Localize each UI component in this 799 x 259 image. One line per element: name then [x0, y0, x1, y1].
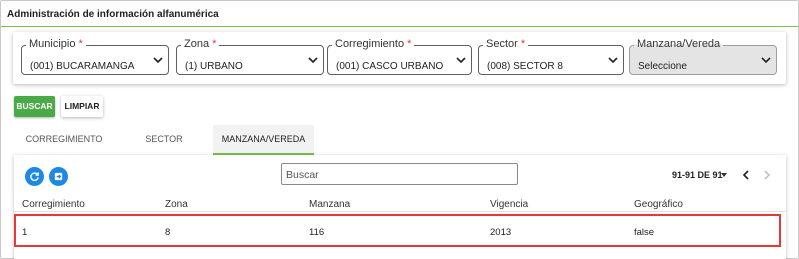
corregimiento-select[interactable]: Corregimiento * (001) CASCO URBANO	[327, 38, 472, 75]
tab-sector[interactable]: SECTOR	[114, 125, 214, 155]
refresh-icon	[30, 172, 39, 182]
cell-manzana: 116	[309, 227, 325, 238]
manzana-vereda-select[interactable]: Manzana/Vereda Seleccione	[629, 38, 777, 75]
table-row[interactable]	[14, 214, 781, 247]
column-header-vigencia[interactable]: Vigencia	[490, 199, 528, 210]
tab-corregimiento[interactable]: CORREGIMIENTO	[14, 125, 114, 155]
clear-button[interactable]: LIMPIAR	[61, 96, 103, 117]
chevron-down-icon	[153, 57, 163, 64]
sector-label: Sector *	[483, 38, 529, 50]
column-header-manzana[interactable]: Manzana	[309, 199, 350, 210]
manzana-vereda-label: Manzana/Vereda	[634, 38, 724, 50]
chevron-left-icon[interactable]	[742, 170, 750, 180]
column-header-geografico[interactable]: Geográfico	[634, 199, 683, 210]
zona-label: Zona *	[181, 38, 220, 50]
chevron-right-icon[interactable]	[763, 170, 771, 180]
cell-vigencia: 2013	[490, 227, 512, 238]
export-icon	[54, 172, 63, 181]
search-button[interactable]: BUSCAR	[14, 96, 55, 117]
pagination-range: 91-91 DE 91	[672, 170, 723, 180]
cell-zona: 8	[165, 227, 171, 238]
sector-select[interactable]: Sector * (008) SECTOR 8	[478, 38, 624, 75]
zona-select[interactable]: Zona * (1) URBANO	[176, 38, 324, 75]
municipio-value: (001) BUCARAMANGA	[30, 61, 135, 72]
filter-card: Municipio * (001) BUCARAMANGA Zona * (1)…	[13, 32, 786, 84]
manzana-vereda-value: Seleccione	[638, 61, 687, 72]
chevron-down-icon	[608, 57, 618, 64]
municipio-select[interactable]: Municipio * (001) BUCARAMANGA	[21, 38, 169, 75]
chevron-down-icon	[308, 57, 318, 64]
zona-value: (1) URBANO	[185, 61, 243, 72]
tab-manzana-vereda[interactable]: MANZANA/VEREDA	[213, 125, 314, 155]
search-input[interactable]: Buscar	[281, 163, 518, 185]
column-header-zona[interactable]: Zona	[165, 199, 188, 210]
export-button[interactable]	[49, 167, 68, 186]
municipio-label: Municipio *	[26, 38, 86, 50]
panel-title: Administración de información alfanuméri…	[1, 1, 798, 27]
sector-value: (008) SECTOR 8	[487, 61, 563, 72]
refresh-button[interactable]	[25, 167, 44, 186]
corregimiento-label: Corregimiento *	[332, 38, 415, 50]
corregimiento-value: (001) CASCO URBANO	[336, 61, 444, 72]
column-header-corregimiento[interactable]: Corregimiento	[22, 199, 85, 210]
search-placeholder: Buscar	[286, 169, 319, 181]
cell-corregimiento: 1	[22, 227, 28, 238]
cell-geografico: false	[634, 227, 655, 238]
caret-down-icon[interactable]	[721, 173, 727, 177]
chevron-down-icon	[761, 57, 771, 64]
header-divider	[14, 211, 786, 212]
chevron-down-icon	[456, 57, 466, 64]
